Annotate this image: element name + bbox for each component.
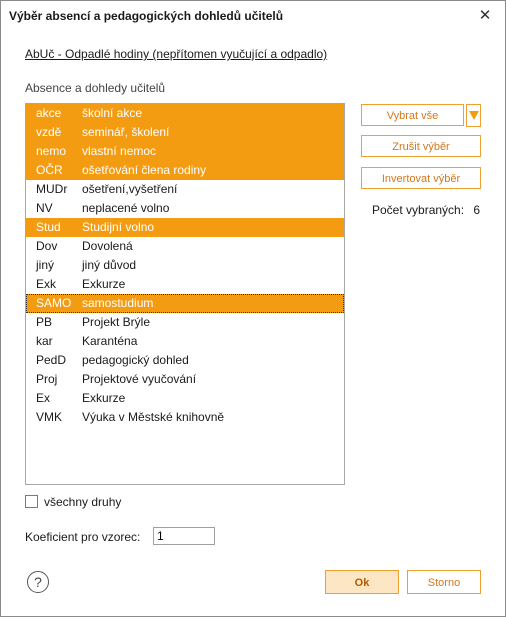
- selected-count-label: Počet vybraných:: [372, 203, 465, 217]
- list-item-name: Exkurze: [82, 277, 126, 291]
- list-item[interactable]: akce školní akce: [26, 104, 344, 123]
- list-item-name: školní akce: [82, 106, 143, 120]
- all-types-checkbox[interactable]: [25, 495, 38, 508]
- list-item-code: Proj: [36, 372, 58, 386]
- list-item-name: ošetření,vyšetření: [82, 182, 178, 196]
- list-item-code: Stud: [36, 220, 61, 234]
- list-item-name: Studijní volno: [82, 220, 155, 234]
- list-item-code: akce: [36, 106, 62, 120]
- list-item-code: kar: [36, 334, 53, 348]
- invert-selection-button[interactable]: Invertovat výběr: [361, 167, 481, 189]
- list-item-code: PedD: [36, 353, 67, 367]
- list-item-name: Dovolená: [82, 239, 133, 253]
- list-item[interactable]: Ex Exkurze: [26, 389, 344, 408]
- list-item[interactable]: OČR ošetřování člena rodiny: [26, 161, 344, 180]
- list-item-code: MUDr: [36, 182, 68, 196]
- list-item[interactable]: Stud Studijní volno: [26, 218, 344, 237]
- list-item-name: Projektové vyučování: [82, 372, 197, 386]
- coefficient-input[interactable]: [153, 527, 215, 545]
- all-types-label: všechny druhy: [44, 495, 122, 509]
- list-item[interactable]: kar Karanténa: [26, 332, 344, 351]
- list-item[interactable]: VMK Výuka v Městské knihovně: [26, 408, 344, 427]
- close-icon[interactable]: ✕: [475, 7, 495, 25]
- absence-list[interactable]: akce školní akce vzdě seminář, školení nemo v…: [25, 103, 345, 485]
- list-item-name: Exkurze: [82, 391, 126, 405]
- list-item[interactable]: nemo vlastní nemoc: [26, 142, 344, 161]
- list-item[interactable]: PedD pedagogický dohled: [26, 351, 344, 370]
- list-item-code: Ex: [36, 391, 51, 405]
- list-item[interactable]: vzdě seminář, školení: [26, 123, 344, 142]
- list-item-code: vzdě: [36, 125, 62, 139]
- list-item-code: Exk: [36, 277, 57, 291]
- list-item-code: NV: [36, 201, 53, 215]
- list-item-code: jiný: [36, 258, 55, 272]
- list-item[interactable]: MUDr ošetření,vyšetření: [26, 180, 344, 199]
- list-item[interactable]: Dov Dovolená: [26, 237, 344, 256]
- list-item-code: OČR: [36, 163, 63, 177]
- selected-count-value: 6: [473, 203, 481, 217]
- select-all-button[interactable]: Vybrat vše: [361, 104, 464, 126]
- list-item[interactable]: Proj Projektové vyučování: [26, 370, 344, 389]
- list-item-code: nemo: [36, 144, 67, 158]
- list-item-name: neplacené volno: [82, 201, 170, 215]
- dialog-title: Výběr absencí a pedagogických dohledů uč…: [9, 9, 284, 23]
- dialog: Výběr absencí a pedagogických dohledů uč…: [0, 0, 506, 617]
- list-item-name: jiný důvod: [82, 258, 137, 272]
- list-item-name: ošetřování člena rodiny: [82, 163, 207, 177]
- help-icon[interactable]: ?: [27, 571, 49, 593]
- deselect-button[interactable]: Zrušit výběr: [361, 135, 481, 157]
- list-item[interactable]: SAMO samostudium: [26, 294, 344, 313]
- list-item[interactable]: NV neplacené volno: [26, 199, 344, 218]
- list-item-code: SAMO: [36, 296, 72, 310]
- list-group-label: Absence a dohledy učitelů: [25, 81, 166, 95]
- list-item[interactable]: jiný jiný důvod: [26, 256, 344, 275]
- cancel-button[interactable]: Storno: [407, 570, 481, 594]
- list-item-name: samostudium: [82, 296, 154, 310]
- list-item[interactable]: PB Projekt Brýle: [26, 313, 344, 332]
- list-item-name: vlastní nemoc: [82, 144, 157, 158]
- list-item[interactable]: Exk Exkurze: [26, 275, 344, 294]
- coefficient-label: Koeficient pro vzorec:: [25, 530, 141, 544]
- title-bar: Výběr absencí a pedagogických dohledů uč…: [1, 1, 505, 31]
- list-item-name: Karanténa: [82, 334, 138, 348]
- context-subtitle: AbUč - Odpadlé hodiny (nepřítomen vyučuj…: [25, 47, 328, 61]
- list-item-name: seminář, školení: [82, 125, 170, 139]
- list-item-name: Výuka v Městské knihovně: [82, 410, 225, 424]
- select-all-dropdown-icon[interactable]: [466, 104, 481, 127]
- list-item-name: Projekt Brýle: [82, 315, 151, 329]
- list-item-name: pedagogický dohled: [82, 353, 189, 367]
- list-item-code: VMK: [36, 410, 63, 424]
- selected-count: Počet vybraných: 6: [372, 203, 480, 217]
- list-item-code: PB: [36, 315, 53, 329]
- ok-button[interactable]: Ok: [325, 570, 399, 594]
- list-item-code: Dov: [36, 239, 58, 253]
